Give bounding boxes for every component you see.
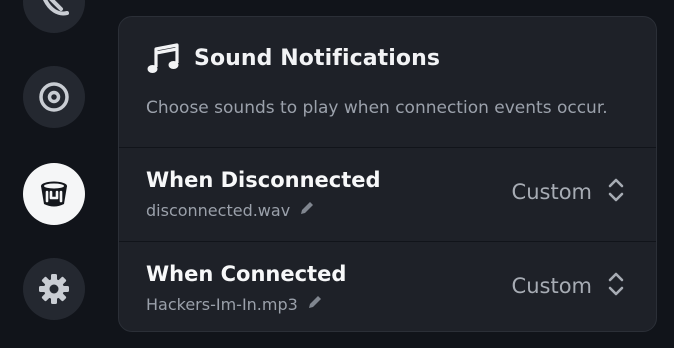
satellite-icon [37,0,71,19]
pencil-icon[interactable] [299,200,315,220]
panel-title: Sound Notifications [194,46,441,71]
sound-select[interactable]: Custom [512,172,624,212]
sound-select[interactable]: Custom [512,266,624,306]
disc-icon [37,80,71,114]
app-window: Sound Notifications Choose sounds to pla… [0,0,674,348]
sidebar-item-sounds[interactable] [23,163,85,225]
sound-row-disconnected: When Disconnected disconnected.wav Custo… [119,148,656,240]
sound-notifications-panel: Sound Notifications Choose sounds to pla… [118,16,657,332]
row-title: When Connected [146,262,347,286]
music-note-icon [146,43,180,81]
sound-file[interactable]: Hackers-Im-In.mp3 [146,294,323,314]
sound-file-name[interactable]: Hackers-Im-In.mp3 [146,295,298,314]
gear-icon [37,272,71,306]
select-value: Custom [511,274,592,298]
panel-subtitle: Choose sounds to play when connection ev… [146,98,608,118]
sidebar-item-settings[interactable] [23,258,85,320]
sound-file-name[interactable]: disconnected.wav [146,201,290,220]
bucket-icon [36,176,72,212]
sidebar-item-disc[interactable] [23,66,85,128]
sound-file[interactable]: disconnected.wav [146,200,315,220]
sidebar-item-satellite[interactable] [23,0,85,33]
pencil-icon[interactable] [307,294,323,314]
sound-row-connected: When Connected Hackers-Im-In.mp3 Custom [119,242,656,331]
chevron-up-down-icon [608,271,624,301]
chevron-up-down-icon [608,177,624,207]
panel-header: Sound Notifications Choose sounds to pla… [119,17,656,147]
row-title: When Disconnected [146,168,381,192]
select-value: Custom [511,180,592,204]
